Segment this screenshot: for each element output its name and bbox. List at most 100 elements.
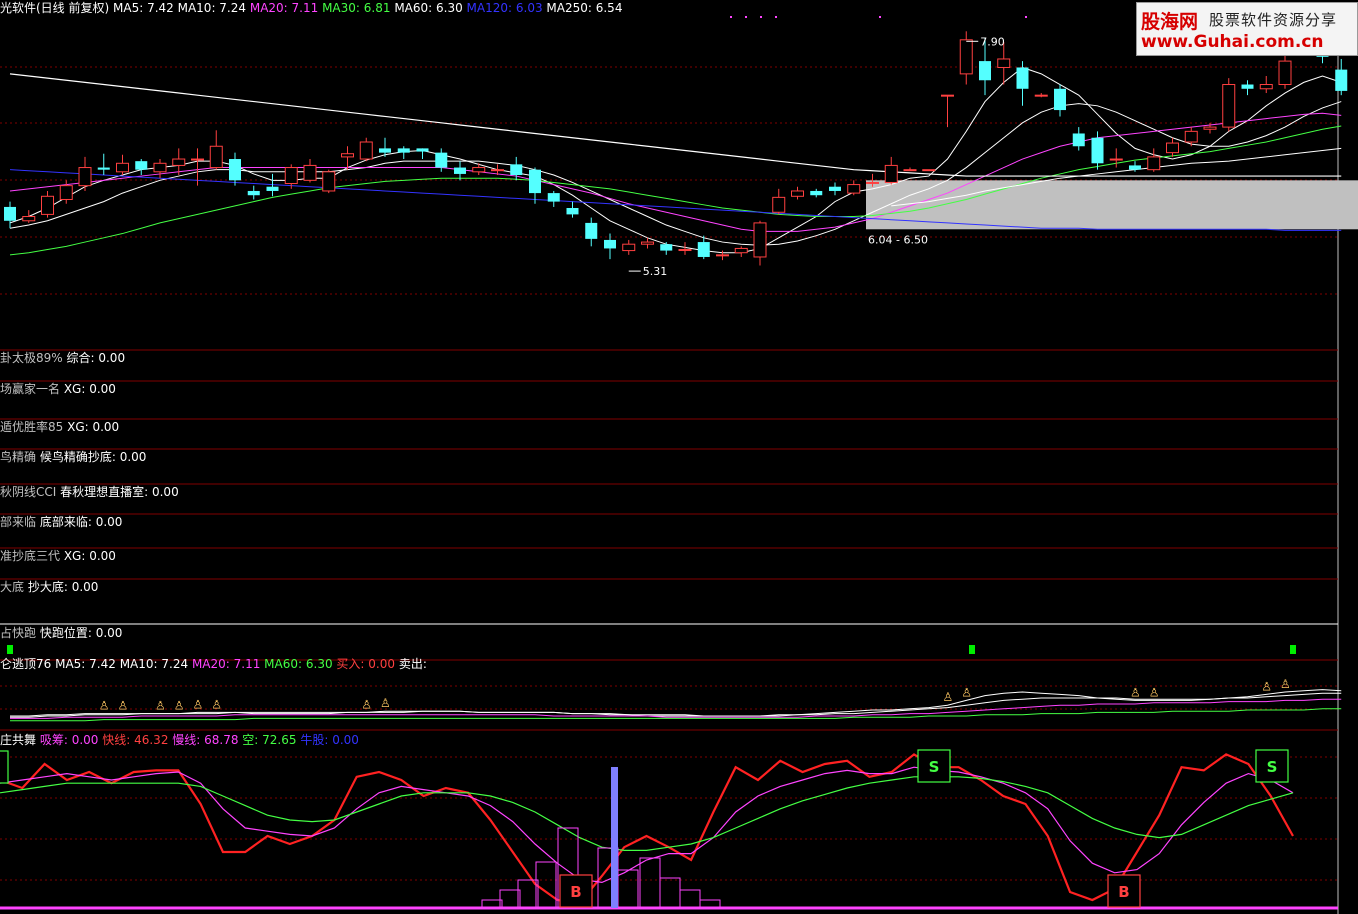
candle-body-down bbox=[660, 244, 673, 251]
signal-label-0: B bbox=[570, 883, 581, 901]
logo-slogan: 股票软件资源分享 bbox=[1209, 11, 1338, 29]
chart-title: 光软件(日线 前复权) bbox=[0, 1, 110, 15]
escape-marker: ♙ bbox=[118, 699, 129, 713]
accumulation-bar-9 bbox=[679, 889, 701, 909]
indicator-row-3: 鸟精确 候鸟精确抄底: 0.00 bbox=[0, 450, 146, 464]
header-legend: 光软件(日线 前复权) MA5: 7.42 MA10: 7.24 MA20: 7… bbox=[0, 1, 622, 15]
indicator-value: 春秋理想直播室: 0.00 bbox=[56, 485, 179, 499]
indicator-name: 遁优胜率85 bbox=[0, 420, 64, 434]
ma-legend-item-2: MA20: 7.11 bbox=[246, 1, 319, 15]
candle-body-down bbox=[97, 167, 110, 170]
candle-body-up bbox=[1147, 156, 1161, 171]
signal-label-2: B bbox=[1118, 883, 1129, 901]
top-marker-4 bbox=[879, 16, 881, 18]
ma-legend-item-6: MA250: 6.54 bbox=[542, 1, 623, 15]
escape-marker: ♙ bbox=[1280, 677, 1291, 691]
candle-body-up bbox=[959, 39, 973, 75]
candle-body-up bbox=[997, 58, 1011, 68]
escape-marker: ♙ bbox=[211, 697, 222, 711]
stock-chart[interactable]: 7.90 5.31 6.04 - 6.50 ♙ ♙ ♙ ♙ ♙ ♙ ♙ ♙ ♙ ♙ ♙ ♙ ♙ ♙ B S B S bbox=[0, 0, 1358, 914]
top-marker-5 bbox=[1025, 16, 1027, 18]
candle-body-up bbox=[322, 171, 336, 192]
zone-label: 6.04 - 6.50 bbox=[868, 233, 928, 246]
candle-body-down bbox=[979, 61, 991, 81]
top-marker-2 bbox=[760, 16, 762, 18]
candle-body-down bbox=[247, 190, 260, 196]
indicator-name: 鸟精确 bbox=[0, 450, 37, 464]
indicator-value: XG: 0.00 bbox=[60, 549, 116, 563]
signal-label-3: S bbox=[1267, 758, 1278, 776]
dance-legend-item-4: 牛股: 0.00 bbox=[296, 733, 359, 747]
candle-body-up bbox=[1203, 126, 1217, 130]
candle-body-down bbox=[416, 148, 429, 152]
candle-body-up bbox=[772, 196, 786, 213]
signal-label-1: S bbox=[929, 758, 940, 776]
ma-legend: MA5: 7.42 MA10: 7.24 MA20: 7.11 MA30: 6.… bbox=[113, 1, 622, 15]
candle-body-down bbox=[1072, 133, 1085, 147]
candle-body-up bbox=[1278, 60, 1292, 86]
candle-body-up bbox=[472, 167, 486, 173]
candle-body-down bbox=[454, 167, 466, 174]
candle-body-down bbox=[810, 190, 823, 196]
escape-marker: ♙ bbox=[380, 696, 391, 710]
dance-line-快线 bbox=[0, 753, 1294, 905]
candle-body-up bbox=[153, 162, 167, 173]
candle-body-down bbox=[379, 148, 391, 153]
candle-body-down bbox=[529, 169, 541, 194]
escape-marker: ♙ bbox=[1149, 685, 1160, 699]
accumulation-bar-1 bbox=[499, 889, 521, 909]
candle-body-up bbox=[884, 164, 898, 183]
indicator-value: XG: 0.00 bbox=[60, 382, 116, 396]
dance-panel-name: 庄共舞 bbox=[0, 733, 37, 747]
escape-legend-item-5: 卖出: bbox=[395, 657, 427, 671]
indicator-row-6: 准抄底三代 XG: 0.00 bbox=[0, 549, 116, 563]
indicator-row-1: 场赢家一名 XG: 0.00 bbox=[0, 382, 116, 396]
escape-legend-item-2: MA20: 7.11 bbox=[188, 657, 261, 671]
candle-body-up bbox=[359, 141, 373, 160]
indicator-value: 抄大底: 0.00 bbox=[24, 580, 99, 594]
candle-body-up bbox=[341, 153, 354, 158]
candle-body-up bbox=[284, 167, 298, 185]
candle-body-up bbox=[941, 94, 954, 97]
candle-body-down bbox=[1129, 165, 1141, 170]
candle-body-up bbox=[734, 247, 748, 254]
escape-marker: ♙ bbox=[1261, 679, 1272, 693]
dance-legend-item-0: 吸筹: 0.00 bbox=[39, 733, 99, 747]
candle-body-up bbox=[209, 145, 223, 169]
indicator-name: 部来临 bbox=[0, 515, 37, 529]
candle-body-down bbox=[829, 186, 841, 191]
candle-body-down bbox=[547, 193, 560, 202]
candle-body-up bbox=[716, 254, 729, 257]
candle-body-up bbox=[1166, 142, 1179, 154]
accumulation-bar-6 bbox=[617, 869, 639, 909]
candle-body-up bbox=[59, 185, 73, 200]
dance-line-慢线 bbox=[0, 766, 1294, 884]
fast-run-marker-2 bbox=[1290, 645, 1296, 654]
escape-legend-item-3: MA60: 6.30 bbox=[260, 657, 333, 671]
top-marker-0 bbox=[730, 16, 732, 18]
escape-legend-item-4: 买入: 0.00 bbox=[332, 657, 395, 671]
candle-body-down bbox=[585, 222, 598, 239]
candle-body-up bbox=[753, 222, 767, 258]
candle-body-up bbox=[641, 241, 654, 245]
indicator-row-4: 秋阴线CCI 春秋理想直播室: 0.00 bbox=[0, 485, 179, 499]
indicator-row-5: 部来临 底部来临: 0.00 bbox=[0, 515, 122, 529]
candle-body-up bbox=[1259, 84, 1273, 90]
candle-body-up bbox=[303, 164, 317, 181]
candle-body-up bbox=[116, 162, 129, 173]
candle-body-up bbox=[22, 216, 36, 222]
indicator-row-2: 遁优胜率85 XG: 0.00 bbox=[0, 420, 119, 434]
escape-marker: ♙ bbox=[99, 699, 110, 713]
fast-run-marker-0 bbox=[7, 645, 13, 654]
candle-body-down bbox=[266, 186, 279, 191]
candle-body-down bbox=[435, 152, 448, 168]
candle-body-down bbox=[397, 148, 410, 153]
candle-body-up bbox=[1184, 130, 1198, 143]
candle-body-down bbox=[1016, 67, 1029, 89]
logo-name: 股海网 bbox=[1141, 11, 1199, 33]
indicator-value: XG: 0.00 bbox=[63, 420, 120, 434]
candle-body-up bbox=[903, 169, 917, 172]
indicator-row-7: 大底 抄大底: 0.00 bbox=[0, 580, 98, 594]
dance-legend-item-2: 慢线: 68.78 bbox=[168, 733, 239, 747]
signal-box-edge bbox=[0, 750, 9, 784]
